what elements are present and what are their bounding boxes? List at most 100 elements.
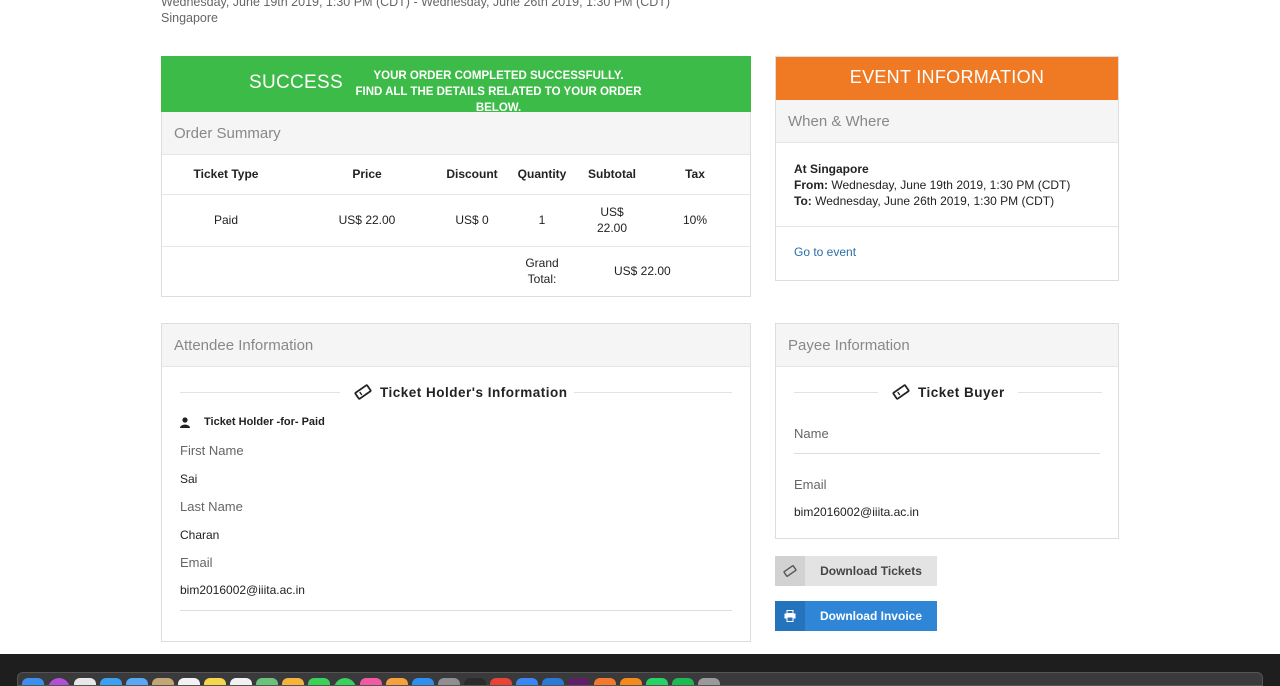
from-label: From: xyxy=(794,178,828,192)
email-label: Email xyxy=(180,555,213,570)
whatsapp-icon[interactable] xyxy=(646,678,668,685)
event-to: To: Wednesday, June 26th 2019, 1:30 PM (… xyxy=(794,193,1100,209)
success-banner: SUCCESS YOUR ORDER COMPLETED SUCCESSFULL… xyxy=(161,56,751,114)
first-name-label: First Name xyxy=(180,443,244,458)
launchpad-icon[interactable] xyxy=(74,678,96,685)
cell-quantity: 1 xyxy=(500,194,584,247)
payee-email-label: Email xyxy=(794,477,827,492)
ticket-icon xyxy=(892,384,910,400)
dock xyxy=(17,672,1263,686)
when-where-heading: When & Where xyxy=(776,100,1118,143)
order-table: Ticket Type Price Discount Quantity Subt… xyxy=(162,155,750,296)
divider xyxy=(180,610,732,611)
order-summary-panel: Order Summary Ticket Type Price Discount… xyxy=(161,112,751,297)
success-message: YOUR ORDER COMPLETED SUCCESSFULLY. FIND … xyxy=(336,68,661,116)
finder-icon[interactable] xyxy=(22,678,44,685)
books-icon[interactable] xyxy=(386,678,408,685)
cell-ticket-type: Paid xyxy=(162,194,290,247)
event-from: From: Wednesday, June 19th 2019, 1:30 PM… xyxy=(794,177,1100,193)
slack-icon[interactable] xyxy=(568,678,590,685)
last-name-label: Last Name xyxy=(180,499,243,514)
table-row: Paid US$ 22.00 US$ 0 1 US$ 22.00 10% xyxy=(162,194,750,247)
grand-total-label: Grand Total: xyxy=(500,246,584,296)
payee-name-label: Name xyxy=(794,426,829,441)
firefox-icon[interactable] xyxy=(594,678,616,685)
email-value: bim2016002@iiita.ac.in xyxy=(180,583,305,597)
section-heading: Ticket Holder's Information xyxy=(354,383,568,401)
event-header-summary: Wednesday, June 19th 2019, 1:30 PM (CDT)… xyxy=(161,0,670,26)
grand-total-label-2: Total: xyxy=(527,272,557,287)
cell-subtotal: US$ 22.00 xyxy=(584,194,640,247)
download-tickets-button[interactable]: Download Tickets xyxy=(775,556,937,586)
ticket-icon xyxy=(775,556,805,586)
reminders-icon[interactable] xyxy=(230,678,252,685)
preferences-icon[interactable] xyxy=(438,678,460,685)
ticket-holder-heading: Ticket Holder's Information xyxy=(380,384,568,400)
col-discount: Discount xyxy=(444,155,500,195)
terminal-icon[interactable] xyxy=(464,678,486,685)
event-dates: Wednesday, June 19th 2019, 1:30 PM (CDT)… xyxy=(161,0,671,9)
mail-icon[interactable] xyxy=(126,678,148,685)
success-line-2: FIND ALL THE DETAILS RELATED TO YOUR ORD… xyxy=(355,86,642,114)
calendar-icon[interactable] xyxy=(178,678,200,685)
payee-email-value: bim2016002@iiita.ac.in xyxy=(794,505,919,519)
col-tax: Tax xyxy=(640,155,750,195)
maps-icon[interactable] xyxy=(256,678,278,685)
divider-left xyxy=(794,392,878,393)
subtotal-amount: 22.00 xyxy=(596,221,628,235)
cell-price: US$ 22.00 xyxy=(290,194,444,247)
first-name-value: Sai xyxy=(180,472,198,486)
ticket-holder-label: Ticket Holder -for- Paid xyxy=(180,416,325,428)
vlc-icon[interactable] xyxy=(620,678,642,685)
ticket-icon xyxy=(354,384,372,400)
col-subtotal: Subtotal xyxy=(584,155,640,195)
order-summary-title: Order Summary xyxy=(162,112,750,155)
last-name-value: Charan xyxy=(180,528,220,542)
event-venue: At Singapore xyxy=(794,162,869,176)
attendee-information-title: Attendee Information xyxy=(162,324,750,367)
facetime-icon[interactable] xyxy=(334,678,356,685)
col-price: Price xyxy=(290,155,444,195)
vscode-icon[interactable] xyxy=(542,678,564,685)
divider-right xyxy=(1018,392,1102,393)
ticket-buyer-section-title: Ticket Buyer xyxy=(776,367,1118,417)
download-invoice-button[interactable]: Download Invoice xyxy=(775,601,937,631)
printer-icon xyxy=(775,601,805,631)
order-column: SUCCESS YOUR ORDER COMPLETED SUCCESSFULL… xyxy=(161,56,751,297)
to-label: To: xyxy=(794,194,812,208)
appstore-icon[interactable] xyxy=(412,678,434,685)
spotify-icon[interactable] xyxy=(672,678,694,685)
ticket-buyer-heading: Ticket Buyer xyxy=(918,384,1005,400)
divider-left xyxy=(180,392,340,393)
photos-icon[interactable] xyxy=(282,678,304,685)
itunes-icon[interactable] xyxy=(360,678,382,685)
download-invoice-label: Download Invoice xyxy=(819,609,922,623)
from-value: Wednesday, June 19th 2019, 1:30 PM (CDT) xyxy=(831,178,1071,192)
download-tickets-label: Download Tickets xyxy=(820,564,922,578)
user-icon xyxy=(180,416,190,428)
chrome-icon[interactable] xyxy=(490,678,512,685)
event-information-panel: EVENT INFORMATION When & Where At Singap… xyxy=(775,56,1119,281)
col-quantity: Quantity xyxy=(500,155,584,195)
go-to-event-link[interactable]: Go to event xyxy=(776,227,1118,277)
ticket-holder-text: Ticket Holder -for- Paid xyxy=(204,416,325,428)
cell-tax: 10% xyxy=(640,194,750,247)
success-line-1: YOUR ORDER COMPLETED SUCCESSFULLY. xyxy=(373,70,624,82)
event-location: Singapore xyxy=(161,11,218,25)
divider xyxy=(794,453,1100,454)
siri-icon[interactable] xyxy=(48,678,70,685)
safari-icon[interactable] xyxy=(100,678,122,685)
notes-icon[interactable] xyxy=(204,678,226,685)
contacts-icon[interactable] xyxy=(152,678,174,685)
event-information-header: EVENT INFORMATION xyxy=(776,57,1118,100)
xcode-icon[interactable] xyxy=(516,678,538,685)
col-ticket-type: Ticket Type xyxy=(162,155,290,195)
messages-icon[interactable] xyxy=(308,678,330,685)
cell-discount: US$ 0 xyxy=(444,194,500,247)
subtotal-currency: US$ xyxy=(600,205,624,219)
order-table-header: Ticket Type Price Discount Quantity Subt… xyxy=(162,155,750,195)
payee-information-title: Payee Information xyxy=(776,324,1118,367)
divider-right xyxy=(574,392,732,393)
trash-icon[interactable] xyxy=(698,678,720,685)
grand-total-label-1: Grand xyxy=(525,256,559,271)
